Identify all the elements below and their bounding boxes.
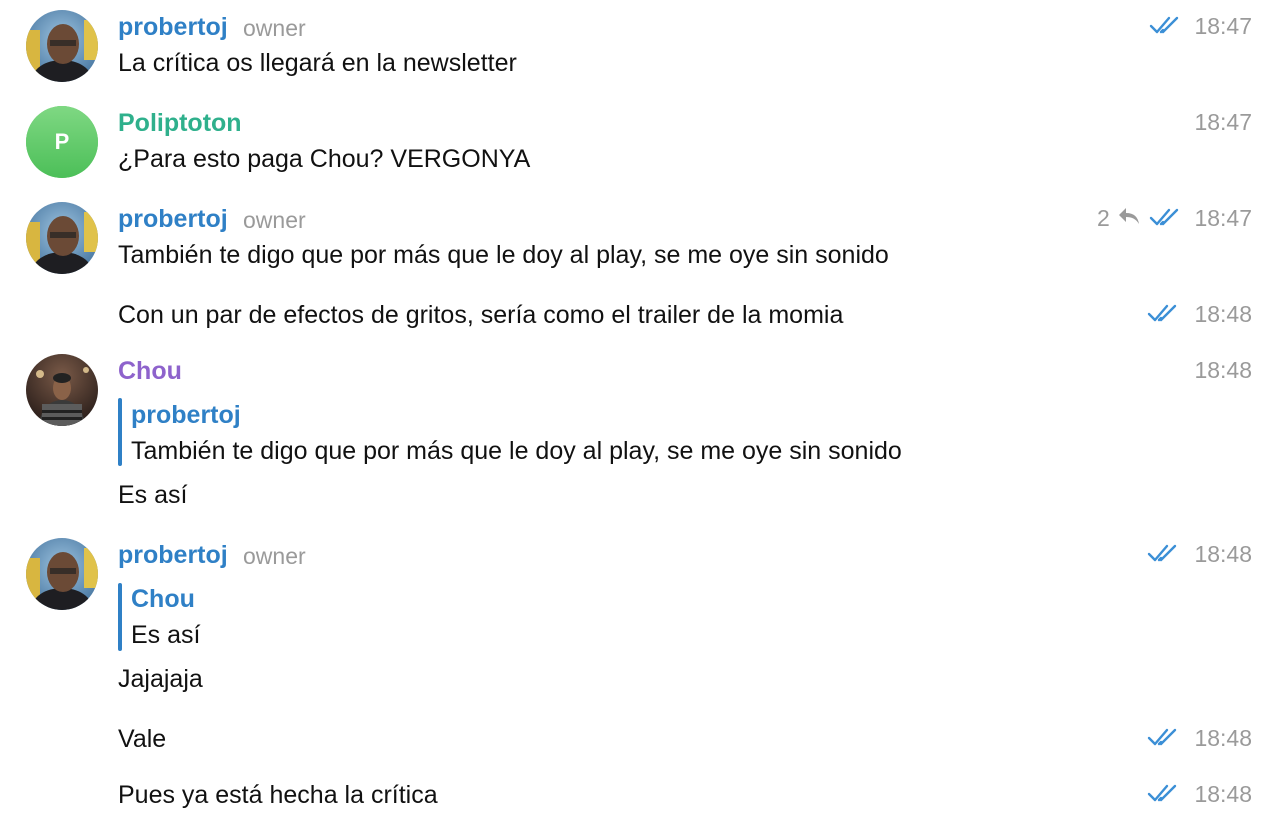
double-check-icon: [1147, 542, 1181, 564]
avatar-probertoj[interactable]: [26, 10, 98, 82]
avatar-letter: P: [54, 129, 70, 154]
sender-name[interactable]: Chou: [118, 356, 182, 386]
double-check-icon: [1147, 302, 1181, 324]
message-time: 18:47: [1194, 109, 1252, 135]
avatar-poliptoton[interactable]: P: [26, 106, 98, 178]
quote-sender[interactable]: probertoj: [131, 400, 241, 430]
quote-bar: [118, 583, 122, 651]
avatar-chou[interactable]: [26, 354, 98, 426]
message-time: 18:48: [1194, 725, 1252, 751]
message-text: ¿Para esto paga Chou? VERGONYA: [118, 145, 531, 173]
avatar-probertoj[interactable]: [26, 202, 98, 274]
reply-arrow-icon[interactable]: [1116, 205, 1142, 227]
sender-name[interactable]: probertoj: [118, 12, 228, 42]
role-badge: owner: [243, 207, 306, 233]
sender-name[interactable]: Poliptoton: [118, 108, 242, 138]
double-check-icon: [1149, 206, 1183, 228]
message-text: Jajajaja: [118, 665, 203, 693]
quote-sender[interactable]: Chou: [131, 584, 195, 614]
message-time: 18:48: [1194, 781, 1252, 807]
message-time: 18:47: [1194, 13, 1252, 39]
double-check-icon: [1149, 14, 1183, 36]
quote-text[interactable]: Es así: [131, 620, 200, 650]
message-text: Pues ya está hecha la crítica: [118, 781, 438, 809]
role-badge: owner: [243, 15, 306, 41]
double-check-icon: [1147, 726, 1181, 748]
message-time: 18:47: [1194, 205, 1252, 231]
reply-count[interactable]: 2: [1097, 203, 1110, 233]
sender-name[interactable]: probertoj: [118, 204, 228, 234]
message-time: 18:48: [1194, 301, 1252, 327]
avatar-probertoj[interactable]: [26, 538, 98, 610]
quote-bar: [118, 398, 122, 466]
quote-text[interactable]: También te digo que por más que le doy a…: [131, 436, 902, 466]
sender-name[interactable]: probertoj: [118, 540, 228, 570]
message-text: Con un par de efectos de gritos, sería c…: [118, 301, 844, 329]
message-time: 18:48: [1194, 357, 1252, 383]
role-badge: owner: [243, 543, 306, 569]
double-check-icon: [1147, 782, 1181, 804]
message-time: 18:48: [1194, 541, 1252, 567]
message-text: La crítica os llegará en la newsletter: [118, 49, 517, 77]
message-text: Es así: [118, 481, 188, 509]
message-text: Vale: [118, 725, 167, 753]
message-text: También te digo que por más que le doy a…: [118, 241, 889, 269]
